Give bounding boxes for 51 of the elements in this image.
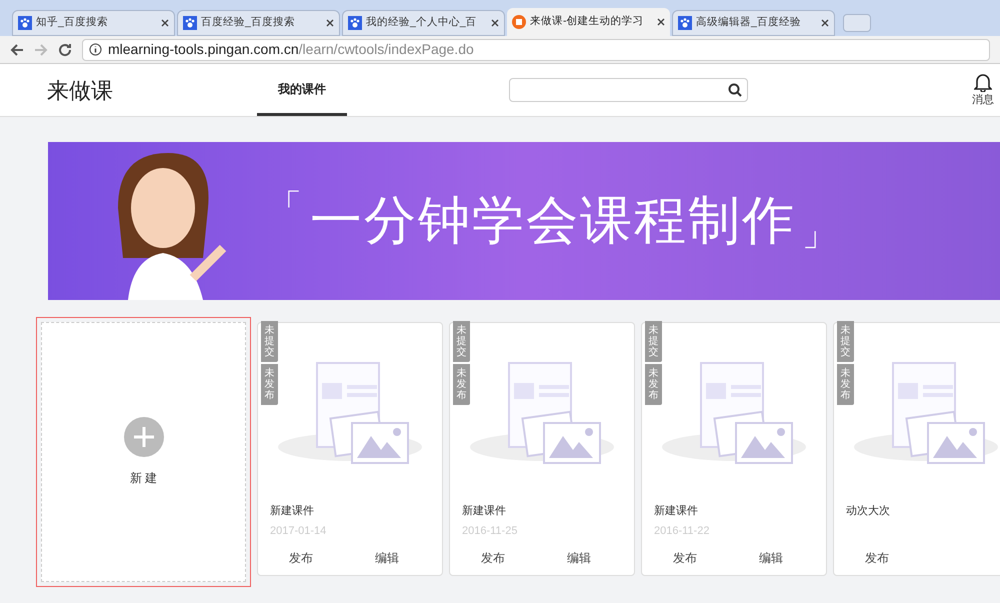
new-course-label: 新 建 [130,470,158,487]
new-course-card[interactable]: 新 建 [41,322,246,582]
card-action[interactable]: 编辑 [536,549,622,567]
back-icon[interactable] [10,42,24,56]
course-title: 动次大次 [846,504,891,519]
nav-tab[interactable]: 我的课件 [257,64,347,116]
close-icon[interactable] [657,18,665,26]
notifications-label[interactable]: 消息 [972,92,994,108]
site-logo[interactable]: 来做课 [47,74,257,106]
card-action[interactable]: 发布 [258,549,344,567]
paw-icon [678,16,692,30]
plus-icon [124,417,164,457]
close-icon[interactable] [161,19,169,27]
course-icon [512,15,526,29]
card-action[interactable]: 发布 [834,549,920,567]
browser-tab[interactable]: 我的经验_个人中心_百 [342,10,505,36]
status-ribbon: 未提交 [645,321,662,362]
card-action[interactable]: 发布 [450,549,536,567]
status-ribbon: 未提交 [453,321,470,362]
status-ribbon: 未发布 [837,364,854,405]
reload-icon[interactable] [58,42,72,56]
banner-headline: 一分钟学会课程制作 [310,191,796,252]
course-title: 新建课件 [270,504,315,519]
info-icon [89,43,102,56]
browser-tab[interactable]: 高级编辑器_百度经验 [672,10,835,36]
address-bar[interactable]: mlearning-tools.pingan.com.cn/learn/cwtools/indexPage.do [82,38,990,60]
status-ribbon: 未发布 [261,364,278,405]
close-icon[interactable] [326,19,334,27]
browser-tab[interactable]: 百度经验_百度搜索 [177,10,340,36]
bracket-mark: 」 [802,214,838,255]
bell-icon[interactable] [974,72,992,92]
search-icon[interactable] [728,83,742,97]
course-title: 新建课件 [462,504,507,519]
paw-icon [183,16,197,30]
course-title: 新建课件 [654,504,699,519]
card-action[interactable]: 编辑 [344,549,430,567]
search-field[interactable] [509,78,748,102]
paw-icon [18,16,32,30]
card-action[interactable]: 发布 [642,549,728,567]
status-ribbon: 未发布 [645,364,662,405]
close-icon[interactable] [491,19,499,27]
browser-tab[interactable]: 知乎_百度搜索 [12,10,175,36]
status-ribbon: 未提交 [837,321,854,362]
card-action[interactable]: 编辑 [728,549,814,567]
paw-icon [348,16,362,30]
browser-tab[interactable]: 来做课-创建生动的学习 [507,8,670,36]
close-icon[interactable] [821,19,829,27]
course-card[interactable]: 未提交 未发布 动次大次 发布 [833,322,1000,576]
status-ribbon: 未发布 [453,364,470,405]
bracket-mark: 「 [268,187,304,228]
status-ribbon: 未提交 [261,321,278,362]
